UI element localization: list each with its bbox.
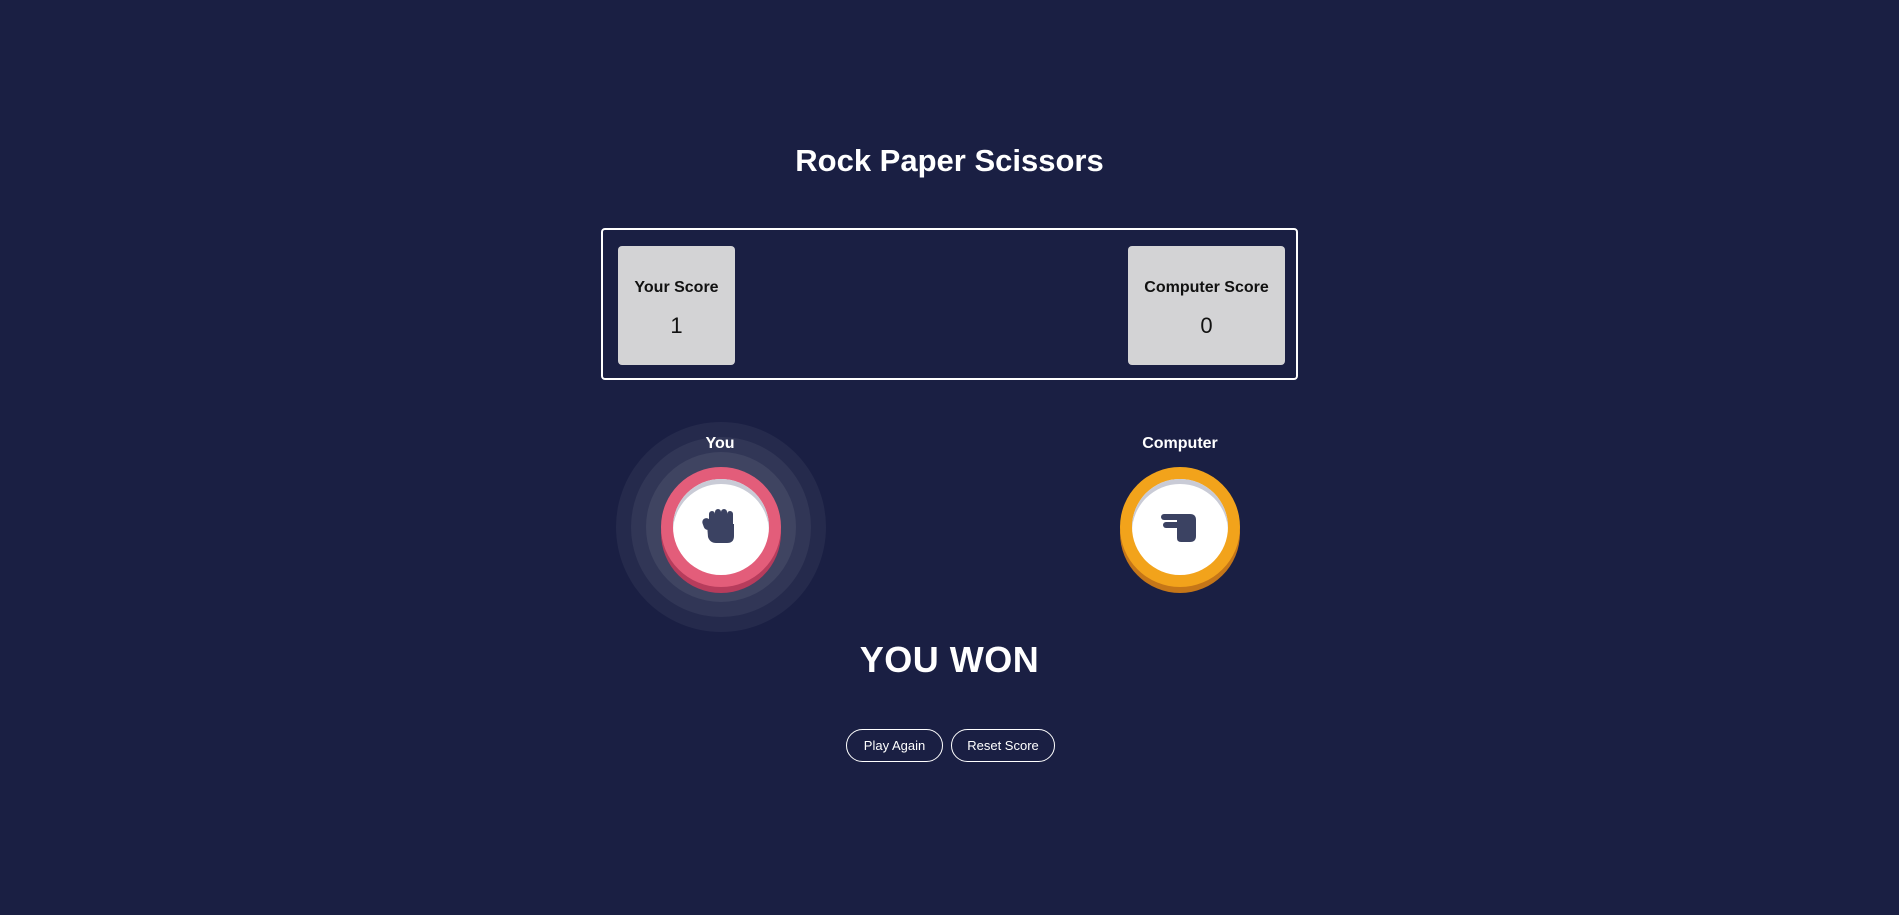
computer-score-label: Computer Score (1144, 279, 1269, 296)
your-score-card: Your Score 1 (618, 246, 735, 365)
you-label: You (705, 435, 735, 452)
scoreboard: Your Score 1 Computer Score 0 (601, 228, 1298, 380)
you-rock-token (661, 467, 781, 587)
computer-label: Computer (1142, 435, 1218, 452)
result-message: YOU WON (859, 639, 1040, 680)
play-again-button[interactable]: Play Again (846, 729, 943, 762)
your-score-value: 1 (670, 313, 683, 338)
you-rock-token-face (673, 479, 769, 575)
fist-icon (702, 509, 734, 543)
computer-score-value: 0 (1200, 313, 1213, 338)
computer-scissors-token (1120, 467, 1240, 587)
scissors-hand-icon (1161, 514, 1196, 542)
computer-scissors-token-face (1132, 479, 1228, 575)
computer-score-card: Computer Score 0 (1128, 246, 1285, 365)
page-title: Rock Paper Scissors (795, 143, 1104, 178)
your-score-label: Your Score (634, 279, 719, 296)
reset-score-button[interactable]: Reset Score (951, 729, 1055, 762)
